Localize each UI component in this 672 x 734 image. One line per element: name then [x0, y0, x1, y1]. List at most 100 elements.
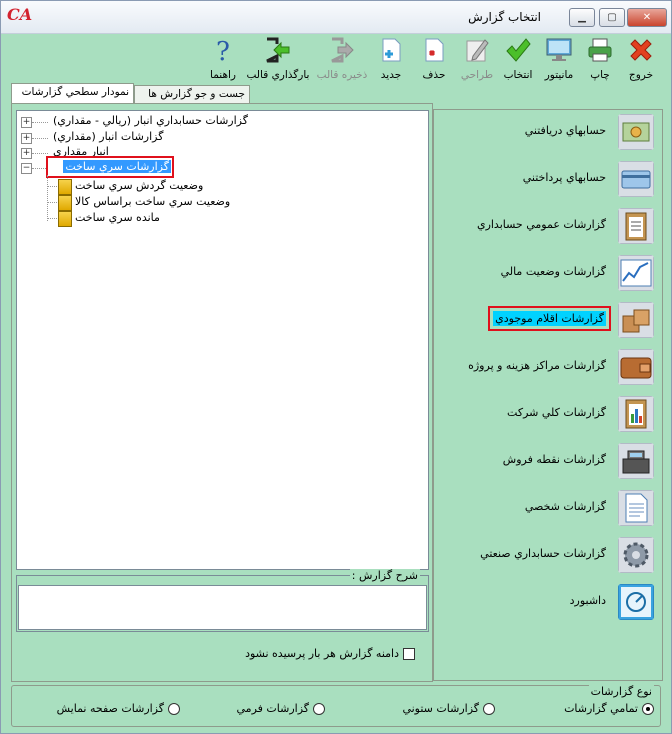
- radio-label: گزارشات ستوني: [402, 702, 479, 715]
- report-description-group: شرح گزارش :: [16, 569, 429, 632]
- category-inventory-items[interactable]: گزارشات اقلام موجودي: [434, 298, 662, 342]
- tree-node-selected[interactable]: گزارشات سري ساخت: [46, 156, 174, 178]
- report-doc-icon: [58, 179, 72, 195]
- category-label: گزارشات وضعيت مالي: [500, 265, 606, 278]
- exit-button[interactable]: خروج: [621, 36, 661, 84]
- wallet-icon: [618, 349, 654, 385]
- tab-tree-view[interactable]: نمودار سطحي گزارشات: [11, 83, 134, 103]
- title-bar: CA انتخاب گزارش ▁ ▢ ✕: [1, 1, 671, 34]
- tree-expander[interactable]: +: [21, 148, 32, 159]
- tree-connector: [47, 202, 57, 203]
- radio-indicator[interactable]: [642, 703, 654, 715]
- maximize-button[interactable]: ▢: [599, 8, 625, 27]
- select-button[interactable]: انتخاب: [498, 36, 538, 84]
- tree-node[interactable]: گزارشات حسابداري انبار (ريالي - مقداري): [53, 113, 248, 129]
- category-label: گزارشات مراکز هزينه و پروژه: [468, 359, 606, 372]
- help-label: راهنما: [210, 69, 236, 81]
- radio-indicator[interactable]: [168, 703, 180, 715]
- tree-leaf[interactable]: وضعيت سري ساخت براساس کالا: [75, 194, 230, 210]
- tree-leaf[interactable]: وضعيت گردش سري ساخت: [75, 178, 203, 194]
- category-dashboard[interactable]: داشبورد: [434, 580, 662, 624]
- cash-register-icon: [618, 443, 654, 479]
- help-button[interactable]: ? راهنما: [203, 36, 243, 84]
- category-label: گزارشات عمومي حسابداري: [476, 218, 606, 231]
- design-button[interactable]: طراحي: [457, 36, 497, 84]
- radio-column-reports[interactable]: گزارشات ستوني: [402, 702, 495, 715]
- category-personal[interactable]: گزارشات شخصي: [434, 486, 662, 530]
- report-type-group: نوع گزارشات تمامي گزارشات گزارشات ستوني …: [11, 685, 661, 727]
- category-receivables[interactable]: حسابهاي دريافتني: [434, 110, 662, 154]
- category-panel: حسابهاي دريافتني حسابهاي پرداختني گزارشا…: [433, 109, 663, 681]
- radio-label: گزارشات فرمي: [236, 702, 309, 715]
- radio-form-reports[interactable]: گزارشات فرمي: [237, 702, 325, 715]
- document-icon: [618, 490, 654, 526]
- report-type-legend: نوع گزارشات: [588, 685, 654, 698]
- tree-panel: + گزارشات حسابداري انبار (ريالي - مقداري…: [11, 103, 433, 682]
- load-template-label: بارگذاري قالب: [246, 69, 310, 81]
- category-label: گزارشات شخصي: [524, 500, 606, 513]
- category-label: داشبورد: [569, 594, 606, 607]
- category-label: گزارشات حسابداري صنعتي: [480, 547, 606, 560]
- receivable-icon: [618, 114, 654, 150]
- tree-expander[interactable]: +: [21, 133, 32, 144]
- category-cost-centers[interactable]: گزارشات مراکز هزينه و پروژه: [434, 345, 662, 389]
- load-template-button[interactable]: بارگذاري قالب: [247, 36, 309, 84]
- category-company[interactable]: گزارشات کلي شرکت: [434, 392, 662, 436]
- description-legend: شرح گزارش :: [349, 569, 420, 582]
- printer-icon: [588, 38, 612, 62]
- description-box[interactable]: [18, 585, 427, 630]
- question-icon: ?: [216, 37, 230, 64]
- tree-connector: [32, 122, 48, 123]
- report-selection-window: CA انتخاب گزارش ▁ ▢ ✕ خروج چاپ مانيتور ا…: [0, 0, 672, 734]
- window-title: انتخاب گزارش: [468, 10, 541, 24]
- tree-connector: [32, 138, 48, 139]
- ask-range-checkbox[interactable]: [403, 648, 415, 660]
- delete-doc-icon: [425, 38, 444, 62]
- monitor-button[interactable]: مانيتور: [539, 36, 579, 84]
- minimize-button[interactable]: ▁: [569, 8, 595, 27]
- category-industrial-accounting[interactable]: گزارشات حسابداري صنعتي: [434, 533, 662, 577]
- tab-search[interactable]: جست و جو گزارش ها: [134, 85, 250, 103]
- dashboard-icon: [618, 584, 654, 620]
- save-template-label: ذخيره قالب: [316, 69, 368, 81]
- category-point-of-sale[interactable]: گزارشات نقطه فروش: [434, 439, 662, 483]
- monitor-icon: [546, 38, 572, 61]
- highlighted-category-label: گزارشات اقلام موجودي: [488, 306, 611, 331]
- radio-label: تمامي گزارشات: [564, 702, 638, 715]
- report-tree[interactable]: + گزارشات حسابداري انبار (ريالي - مقداري…: [16, 110, 429, 570]
- category-label: گزارشات نقطه فروش: [502, 453, 606, 466]
- tree-expander[interactable]: +: [21, 117, 32, 128]
- report-doc-icon: [58, 195, 72, 211]
- radio-screen-reports[interactable]: گزارشات صفحه نمايش: [57, 702, 180, 715]
- tree-leaf[interactable]: مانده سري ساخت: [75, 210, 160, 226]
- delete-button[interactable]: حذف: [414, 36, 454, 84]
- toolbar: خروج چاپ مانيتور انتخاب طراحي حذف جديد ذ…: [1, 34, 671, 84]
- tree-connector: [32, 168, 48, 169]
- category-financial-status[interactable]: گزارشات وضعيت مالي: [434, 251, 662, 295]
- radio-indicator[interactable]: [483, 703, 495, 715]
- tree-connector: [47, 218, 57, 219]
- import-arrow-icon: [266, 37, 290, 63]
- tree-node[interactable]: گزارشات انبار (مقداري): [53, 129, 163, 145]
- close-button[interactable]: ✕: [627, 8, 667, 27]
- new-button[interactable]: جديد: [371, 36, 411, 84]
- bar-clipboard-icon: [618, 396, 654, 432]
- line-chart-icon: [618, 255, 654, 291]
- category-payables[interactable]: حسابهاي پرداختني: [434, 157, 662, 201]
- ask-range-option[interactable]: دامنه گزارش هر بار پرسيده نشود: [245, 647, 415, 660]
- category-general-accounting[interactable]: گزارشات عمومي حسابداري: [434, 204, 662, 248]
- selected-node-label: گزارشات سري ساخت: [63, 160, 171, 173]
- radio-label: گزارشات صفحه نمايش: [56, 702, 164, 715]
- payable-card-icon: [618, 161, 654, 197]
- radio-indicator[interactable]: [313, 703, 325, 715]
- save-template-button[interactable]: ذخيره قالب: [317, 36, 367, 84]
- radio-all-reports[interactable]: تمامي گزارشات: [564, 702, 654, 715]
- clipboard-icon: [618, 208, 654, 244]
- checkmark-icon: [506, 38, 531, 62]
- category-label: حسابهاي پرداختني: [522, 171, 606, 184]
- tree-node[interactable]: انبار مقداري: [53, 144, 109, 160]
- category-label: حسابهاي دريافتني: [524, 124, 606, 137]
- tree-collapser[interactable]: −: [21, 163, 32, 174]
- print-button[interactable]: چاپ: [580, 36, 620, 84]
- app-logo-icon: CA: [7, 5, 33, 24]
